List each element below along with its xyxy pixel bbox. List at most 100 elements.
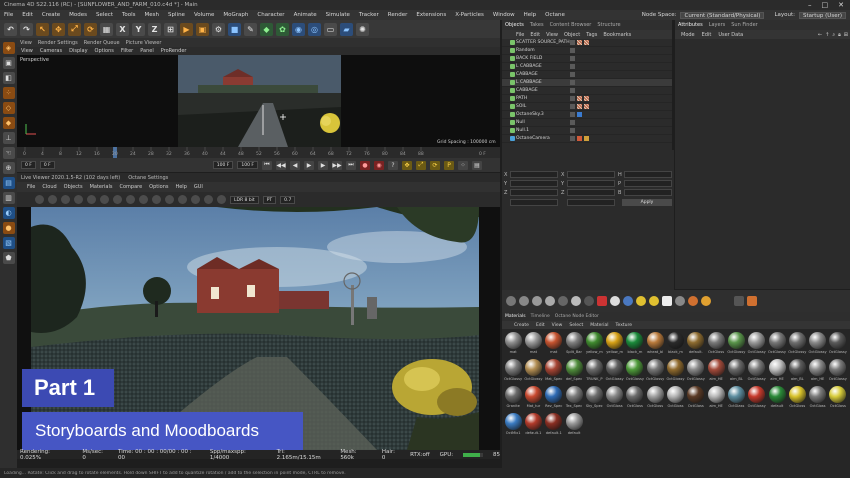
size-x-field[interactable] (567, 171, 615, 178)
cube-icon[interactable] (701, 296, 711, 306)
objects-menu-file[interactable]: File (516, 32, 524, 38)
new-panel-icon[interactable]: ⊞ (844, 32, 848, 38)
play-icon[interactable]: ▶ (304, 160, 314, 170)
material-swatch[interactable]: black_m (665, 331, 685, 357)
apply-button[interactable]: Apply (622, 199, 672, 206)
objects-menu-view[interactable]: View (546, 32, 558, 38)
lv-menu-objects[interactable]: Objects (64, 184, 83, 190)
material-swatch[interactable]: def_Spec (564, 358, 584, 384)
rotation-h-field[interactable] (624, 171, 672, 178)
start-frame-field[interactable]: 0 F (21, 161, 36, 169)
material-swatch[interactable]: OctGloss (604, 385, 624, 411)
region-render-icon[interactable] (100, 195, 109, 204)
material-swatch[interactable]: mat (503, 331, 523, 357)
stop-render-icon[interactable] (74, 195, 83, 204)
material-swatch[interactable]: OctGloss (807, 385, 827, 411)
object-row[interactable]: PATH (502, 95, 672, 103)
material-swatch[interactable]: aim_BL (787, 358, 807, 384)
menu-mesh[interactable]: Mesh (145, 12, 159, 18)
material-swatch[interactable]: OctGlossy (828, 358, 848, 384)
material-swatch[interactable]: aim_HE (706, 385, 726, 411)
position-y-field[interactable] (510, 180, 558, 187)
texture-mode-icon[interactable]: ◧ (2, 72, 15, 84)
rotate-icon[interactable]: ⟳ (84, 22, 97, 36)
tweak-icon[interactable]: ☜ (2, 147, 15, 159)
camera-icon[interactable] (662, 296, 672, 306)
material-swatch[interactable]: Rev_Spec (544, 385, 564, 411)
menu-animate[interactable]: Animate (294, 12, 317, 18)
close-button[interactable]: ✕ (838, 1, 844, 9)
material-swatch[interactable]: aim_HE (706, 358, 726, 384)
minimize-button[interactable]: – (808, 1, 812, 9)
pen-icon[interactable]: ✎ (244, 22, 257, 36)
autokey-icon[interactable]: ◉ (374, 160, 384, 170)
restart-render-icon[interactable] (48, 195, 57, 204)
lv-menu-help[interactable]: Help (175, 184, 186, 190)
sub-sampling-icon[interactable] (165, 195, 174, 204)
rotation-p-field[interactable] (624, 180, 672, 187)
object-row[interactable]: CABBAGE (502, 71, 672, 79)
material-swatch[interactable]: OctGlossy (767, 331, 787, 357)
lv-menu-file[interactable]: File (27, 184, 35, 190)
materials-menu-create[interactable]: Create (514, 323, 529, 328)
menu-octane[interactable]: Octane (545, 12, 565, 18)
material-swatch[interactable]: OctGlossy (523, 358, 543, 384)
objects-menu-tags[interactable]: Tags (586, 32, 597, 38)
menu-create[interactable]: Create (42, 12, 60, 18)
floor-icon[interactable]: ▭ (324, 22, 337, 36)
tab-attributes[interactable]: Attributes (678, 22, 703, 28)
object-row[interactable]: CABBAGE (502, 87, 672, 95)
materials-menu-select[interactable]: Select (569, 323, 583, 328)
previous-frame-icon[interactable]: ◀ (290, 160, 300, 170)
material-swatch[interactable]: OctGloss (645, 385, 665, 411)
octane-settings-tab[interactable]: Octane Settings (128, 175, 168, 181)
size-dropdown[interactable] (567, 199, 615, 206)
position-x-field[interactable] (510, 171, 558, 178)
material-swatch[interactable]: TRUNK_P (584, 358, 604, 384)
render-settings-icon[interactable]: ⚙ (212, 22, 225, 36)
tab-materials[interactable]: Materials (505, 314, 526, 319)
polygons-mode-icon[interactable]: ◆ (2, 117, 15, 129)
workplane-icon[interactable]: ▤ (2, 177, 15, 189)
field-icon[interactable]: ◎ (308, 22, 321, 36)
camera-icon[interactable]: ▰ (340, 22, 353, 36)
sphere-icon[interactable] (545, 296, 555, 306)
material-swatch[interactable]: OctMix1 (503, 412, 523, 438)
attributes-menu-edit[interactable]: Edit (702, 32, 712, 38)
menu-render[interactable]: Render (388, 12, 408, 18)
tab-timeline[interactable]: Timeline (531, 314, 550, 319)
menu-tracker[interactable]: Tracker (359, 12, 379, 18)
tab-takes[interactable]: Takes (530, 22, 544, 28)
position-key-icon[interactable]: ✥ (402, 160, 412, 170)
material-swatch[interactable]: OctGlossy (747, 358, 767, 384)
keyframe-selection-icon[interactable]: ? (388, 160, 398, 170)
material-swatch[interactable]: yellow_m (584, 331, 604, 357)
objects-menu-edit[interactable]: Edit (530, 32, 540, 38)
kernel-select[interactable]: PT (262, 195, 277, 204)
menu-tools[interactable]: Tools (122, 12, 136, 18)
material-swatch[interactable]: OctGlossy (787, 331, 807, 357)
next-frame-icon[interactable]: ▶ (318, 160, 328, 170)
material-swatch[interactable]: default. (686, 331, 706, 357)
points-mode-icon[interactable]: ⁘ (2, 87, 15, 99)
lock-resolution-icon[interactable] (113, 195, 122, 204)
rotation-key-icon[interactable]: ⟳ (430, 160, 440, 170)
viewport-menu-prorender[interactable]: ProRender (161, 48, 187, 54)
material-swatch[interactable]: Mat_tur (523, 385, 543, 411)
texture-icon[interactable] (675, 296, 685, 306)
preview-end-field[interactable]: 100 F (237, 161, 258, 169)
material-swatch[interactable]: Granite (503, 385, 523, 411)
up-arrow-icon[interactable]: ↑ (825, 32, 829, 38)
materials-menu-view[interactable]: View (552, 323, 563, 328)
subdivision-icon[interactable]: ◆ (260, 22, 273, 36)
menu-window[interactable]: Window (493, 12, 515, 18)
material-swatch[interactable]: aim_HE (767, 358, 787, 384)
viewport-menu-filter[interactable]: Filter (121, 48, 133, 54)
material-swatch[interactable]: OctGlossy (665, 358, 685, 384)
fire-icon[interactable] (688, 296, 698, 306)
material-swatch[interactable]: default (767, 385, 787, 411)
material-swatch[interactable]: OctGlossy (604, 358, 624, 384)
tab-objects[interactable]: Objects (505, 22, 524, 28)
material-swatch[interactable]: wheat_bl (645, 331, 665, 357)
lv-menu-cloud[interactable]: Cloud (42, 184, 56, 190)
